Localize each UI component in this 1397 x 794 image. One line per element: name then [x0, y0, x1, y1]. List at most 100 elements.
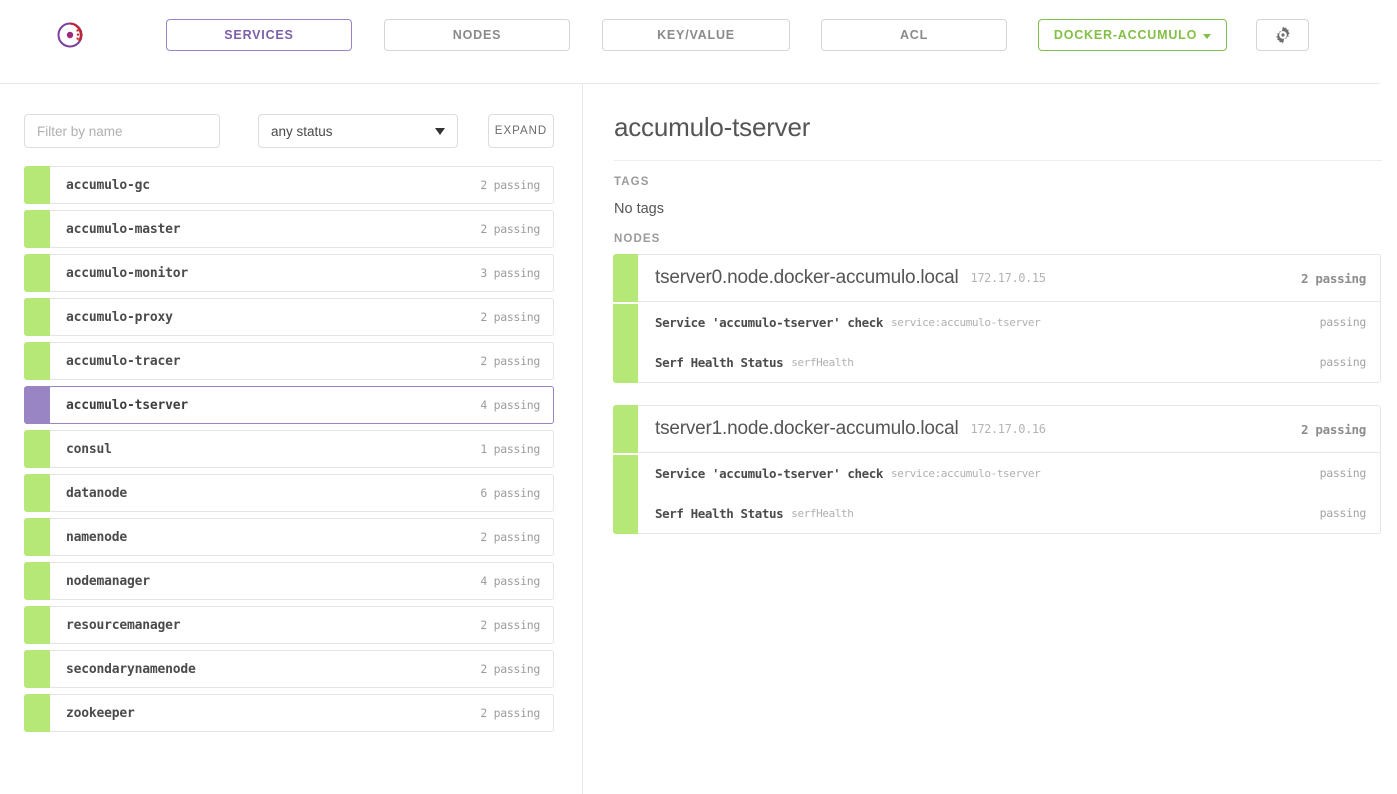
- service-name: accumulo-proxy: [66, 309, 173, 325]
- node-header-body: tserver0.node.docker-accumulo.local 172.1…: [638, 254, 1381, 302]
- service-row-body: zookeeper 2 passing: [50, 694, 554, 732]
- service-status-bar: [24, 166, 50, 204]
- service-status-bar: [24, 562, 50, 600]
- expand-button[interactable]: EXPAND: [488, 114, 554, 148]
- page-title: accumulo-tserver: [614, 112, 811, 142]
- nav-tab-services[interactable]: SERVICES: [166, 19, 352, 51]
- service-name: accumulo-master: [66, 221, 181, 237]
- node-card-header[interactable]: tserver0.node.docker-accumulo.local 172.1…: [613, 254, 1381, 302]
- service-status-bar: [24, 254, 50, 292]
- health-check-status: passing: [1319, 355, 1367, 369]
- nav-tab-acl[interactable]: ACL: [821, 19, 1007, 51]
- node-card: tserver1.node.docker-accumulo.local 172.1…: [613, 405, 1381, 534]
- health-check-row[interactable]: Serf Health Status serfHealth passing: [638, 493, 1380, 533]
- node-card-header[interactable]: tserver1.node.docker-accumulo.local 172.1…: [613, 405, 1381, 453]
- health-check-name: Service 'accumulo-tserver' check: [655, 465, 884, 481]
- service-status-bar: [24, 210, 50, 248]
- service-list-item[interactable]: accumulo-tracer 2 passing: [24, 342, 554, 380]
- nav-tab-key-value[interactable]: KEY/VALUE: [602, 19, 790, 51]
- service-check-count: 2 passing: [480, 178, 540, 192]
- health-check-name: Serf Health Status: [655, 505, 784, 521]
- status-filter-value: any status: [271, 123, 333, 139]
- chevron-down-icon: [435, 127, 445, 135]
- consul-logo-icon[interactable]: [55, 18, 89, 52]
- status-filter-select[interactable]: any status: [258, 114, 458, 148]
- service-name: resourcemanager: [66, 617, 181, 633]
- datacenter-label: DOCKER-ACCUMULO: [1053, 28, 1198, 42]
- service-check-count: 2 passing: [480, 618, 540, 632]
- service-list-item[interactable]: zookeeper 2 passing: [24, 694, 554, 732]
- service-check-count: 4 passing: [480, 574, 540, 588]
- datacenter-selector-button[interactable]: DOCKER-ACCUMULO: [1038, 19, 1227, 51]
- service-row-body: secondarynamenode 2 passing: [50, 650, 554, 688]
- service-row-body: consul 1 passing: [50, 430, 554, 468]
- health-check-id: service:accumulo-tserver: [891, 466, 1041, 480]
- service-check-count: 2 passing: [480, 662, 540, 676]
- health-check-id: serfHealth: [791, 355, 854, 369]
- node-header-body: tserver1.node.docker-accumulo.local 172.1…: [638, 405, 1381, 453]
- service-status-bar: [24, 650, 50, 688]
- tags-value: No tags: [614, 201, 664, 217]
- filter-toolbar: any status EXPAND: [24, 114, 554, 148]
- service-status-bar: [24, 474, 50, 512]
- service-list-item[interactable]: accumulo-gc 2 passing: [24, 166, 554, 204]
- service-list: accumulo-gc 2 passing accumulo-master 2 pas…: [24, 166, 554, 738]
- node-hostname: tserver0.node.docker-accumulo.local: [655, 267, 959, 288]
- service-row-body: accumulo-proxy 2 passing: [50, 298, 554, 336]
- node-ip-address: 172.17.0.16: [970, 422, 1046, 436]
- service-list-item[interactable]: accumulo-master 2 passing: [24, 210, 554, 248]
- node-checks: Service 'accumulo-tserver' check service:…: [613, 302, 1381, 383]
- service-name: secondarynamenode: [66, 661, 196, 677]
- health-check-row[interactable]: Service 'accumulo-tserver' check service:…: [638, 453, 1380, 493]
- service-name: accumulo-gc: [66, 177, 150, 193]
- service-list-item[interactable]: nodemanager 4 passing: [24, 562, 554, 600]
- service-list-item[interactable]: resourcemanager 2 passing: [24, 606, 554, 644]
- service-name: nodemanager: [66, 573, 150, 589]
- nav-tab-nodes[interactable]: NODES: [384, 19, 570, 51]
- service-list-item[interactable]: consul 1 passing: [24, 430, 554, 468]
- service-name: datanode: [66, 485, 128, 501]
- service-list-item[interactable]: secondarynamenode 2 passing: [24, 650, 554, 688]
- service-list-item[interactable]: accumulo-proxy 2 passing: [24, 298, 554, 336]
- health-check-status: passing: [1319, 506, 1367, 520]
- service-list-item[interactable]: namenode 2 passing: [24, 518, 554, 556]
- search-input[interactable]: [24, 114, 220, 148]
- node-card-list: tserver0.node.docker-accumulo.local 172.1…: [613, 254, 1381, 556]
- service-name: namenode: [66, 529, 128, 545]
- service-check-count: 6 passing: [480, 486, 540, 500]
- service-status-bar: [24, 386, 50, 424]
- service-check-count: 2 passing: [480, 310, 540, 324]
- health-check-name: Serf Health Status: [655, 354, 784, 370]
- service-status-bar: [24, 518, 50, 556]
- health-check-name: Service 'accumulo-tserver' check: [655, 314, 884, 330]
- service-list-panel: any status EXPAND accumulo-gc2 passingac…: [0, 84, 583, 794]
- health-check-row[interactable]: Serf Health Status serfHealth passing: [638, 342, 1380, 382]
- health-check-status: passing: [1319, 466, 1367, 480]
- health-check-status: passing: [1319, 315, 1367, 329]
- service-list-item[interactable]: accumulo-tserver 4 passing: [24, 386, 554, 424]
- node-status-bar: [613, 405, 638, 453]
- node-status-bar: [613, 254, 638, 302]
- service-row-body: datanode 6 passing: [50, 474, 554, 512]
- node-checks-status-bar: [613, 302, 638, 383]
- service-check-count: 2 passing: [480, 706, 540, 720]
- service-check-count: 3 passing: [480, 266, 540, 280]
- node-checks-status-bar: [613, 453, 638, 534]
- gear-icon: [1275, 26, 1290, 44]
- node-ip-address: 172.17.0.15: [970, 271, 1046, 285]
- node-checks-body: Service 'accumulo-tserver' check service:…: [638, 453, 1381, 534]
- service-list-item[interactable]: datanode 6 passing: [24, 474, 554, 512]
- service-row-body: namenode 2 passing: [50, 518, 554, 556]
- service-status-bar: [24, 342, 50, 380]
- chevron-down-icon: [1203, 33, 1212, 39]
- service-name: accumulo-tserver: [66, 397, 189, 413]
- service-row-body: accumulo-tserver 4 passing: [50, 386, 554, 424]
- node-hostname: tserver1.node.docker-accumulo.local: [655, 418, 959, 439]
- service-status-bar: [24, 694, 50, 732]
- service-row-body: accumulo-master 2 passing: [50, 210, 554, 248]
- settings-button[interactable]: [1256, 19, 1309, 51]
- page-body: any status EXPAND accumulo-gc2 passingac…: [0, 84, 1397, 794]
- service-list-item[interactable]: accumulo-monitor 3 passing: [24, 254, 554, 292]
- service-row-body: nodemanager 4 passing: [50, 562, 554, 600]
- health-check-row[interactable]: Service 'accumulo-tserver' check service:…: [638, 302, 1380, 342]
